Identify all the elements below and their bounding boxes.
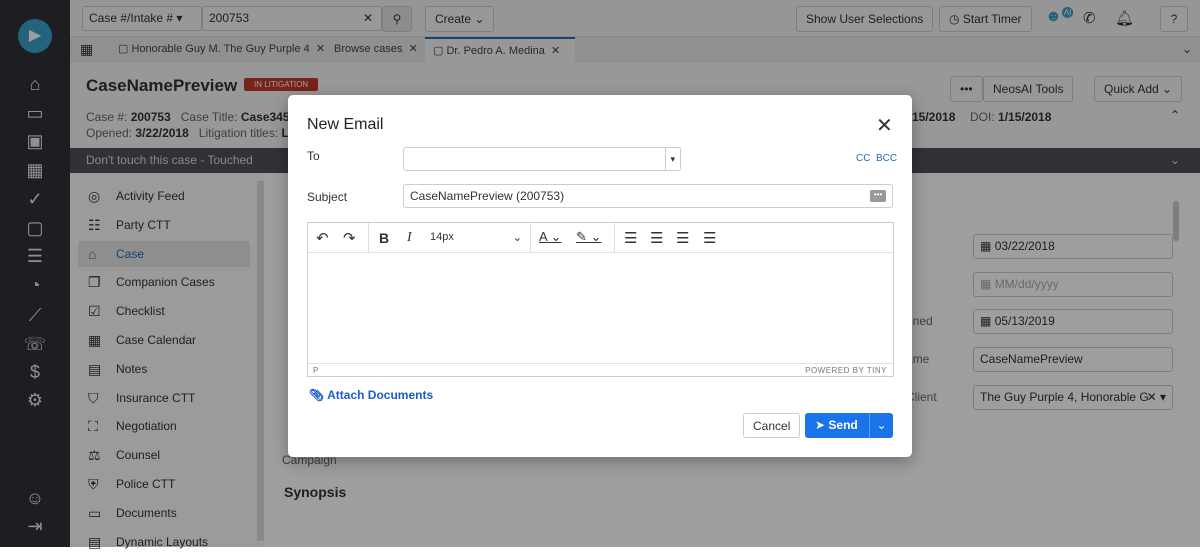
justify-icon[interactable]: ☰ xyxy=(703,229,716,247)
new-email-modal: New Email ✕ To ▾ CC BCC Subject CaseName… xyxy=(288,95,912,457)
bcc-link[interactable]: BCC xyxy=(876,153,897,164)
divider xyxy=(368,223,369,253)
attach-label: Attach Documents xyxy=(327,388,434,402)
caret-down-icon: ▾ xyxy=(665,148,675,171)
editor-body[interactable] xyxy=(308,253,893,363)
powered-by: POWERED BY TINY xyxy=(805,366,887,375)
italic-icon[interactable]: I xyxy=(407,230,412,246)
font-size-select[interactable]: 14px ⌄ xyxy=(430,231,522,244)
to-label: To xyxy=(307,149,320,163)
align-right-icon[interactable]: ☰ xyxy=(676,229,689,247)
send-button[interactable]: ➤ Send xyxy=(805,418,858,432)
attach-documents-link[interactable]: 📎︎ Attach Documents xyxy=(309,388,433,402)
align-center-icon[interactable]: ☰ xyxy=(650,229,663,247)
highlight-icon[interactable]: ✎ ⌄ xyxy=(576,229,601,245)
rich-text-editor: ↶ ↷ B I 14px ⌄ A ⌄ ✎ ⌄ ☰ ☰ ☰ ☰ P POWERED B… xyxy=(307,222,894,377)
subject-value: CaseNamePreview (200753) xyxy=(410,189,565,203)
editor-statusbar: P POWERED BY TINY xyxy=(308,363,893,377)
subject-input[interactable]: CaseNamePreview (200753) ••• xyxy=(403,184,893,208)
paperclip-icon: 📎︎ xyxy=(309,388,325,402)
send-label: Send xyxy=(828,418,858,432)
editor-toolbar: ↶ ↷ B I 14px ⌄ A ⌄ ✎ ⌄ ☰ ☰ ☰ ☰ xyxy=(308,223,893,253)
more-icon[interactable]: ••• xyxy=(870,190,886,202)
close-icon[interactable]: ✕ xyxy=(876,113,893,138)
modal-title: New Email xyxy=(307,116,384,133)
cc-link[interactable]: CC xyxy=(856,153,870,164)
text-color-icon[interactable]: A ⌄ xyxy=(539,229,561,245)
redo-icon[interactable]: ↷ xyxy=(343,229,356,247)
divider xyxy=(614,223,615,253)
align-left-icon[interactable]: ☰ xyxy=(624,229,637,247)
bold-icon[interactable]: B xyxy=(379,230,389,246)
undo-icon[interactable]: ↶ xyxy=(316,229,329,247)
to-field[interactable]: ▾ xyxy=(403,147,681,171)
cancel-button[interactable]: Cancel xyxy=(743,413,801,438)
element-path: P xyxy=(313,366,319,375)
font-size-value: 14px xyxy=(430,231,454,243)
send-button-group: ➤ Send ⌄ xyxy=(805,413,893,438)
subject-label: Subject xyxy=(307,190,348,204)
divider xyxy=(530,223,531,253)
send-options-chevron-icon[interactable]: ⌄ xyxy=(869,413,893,438)
